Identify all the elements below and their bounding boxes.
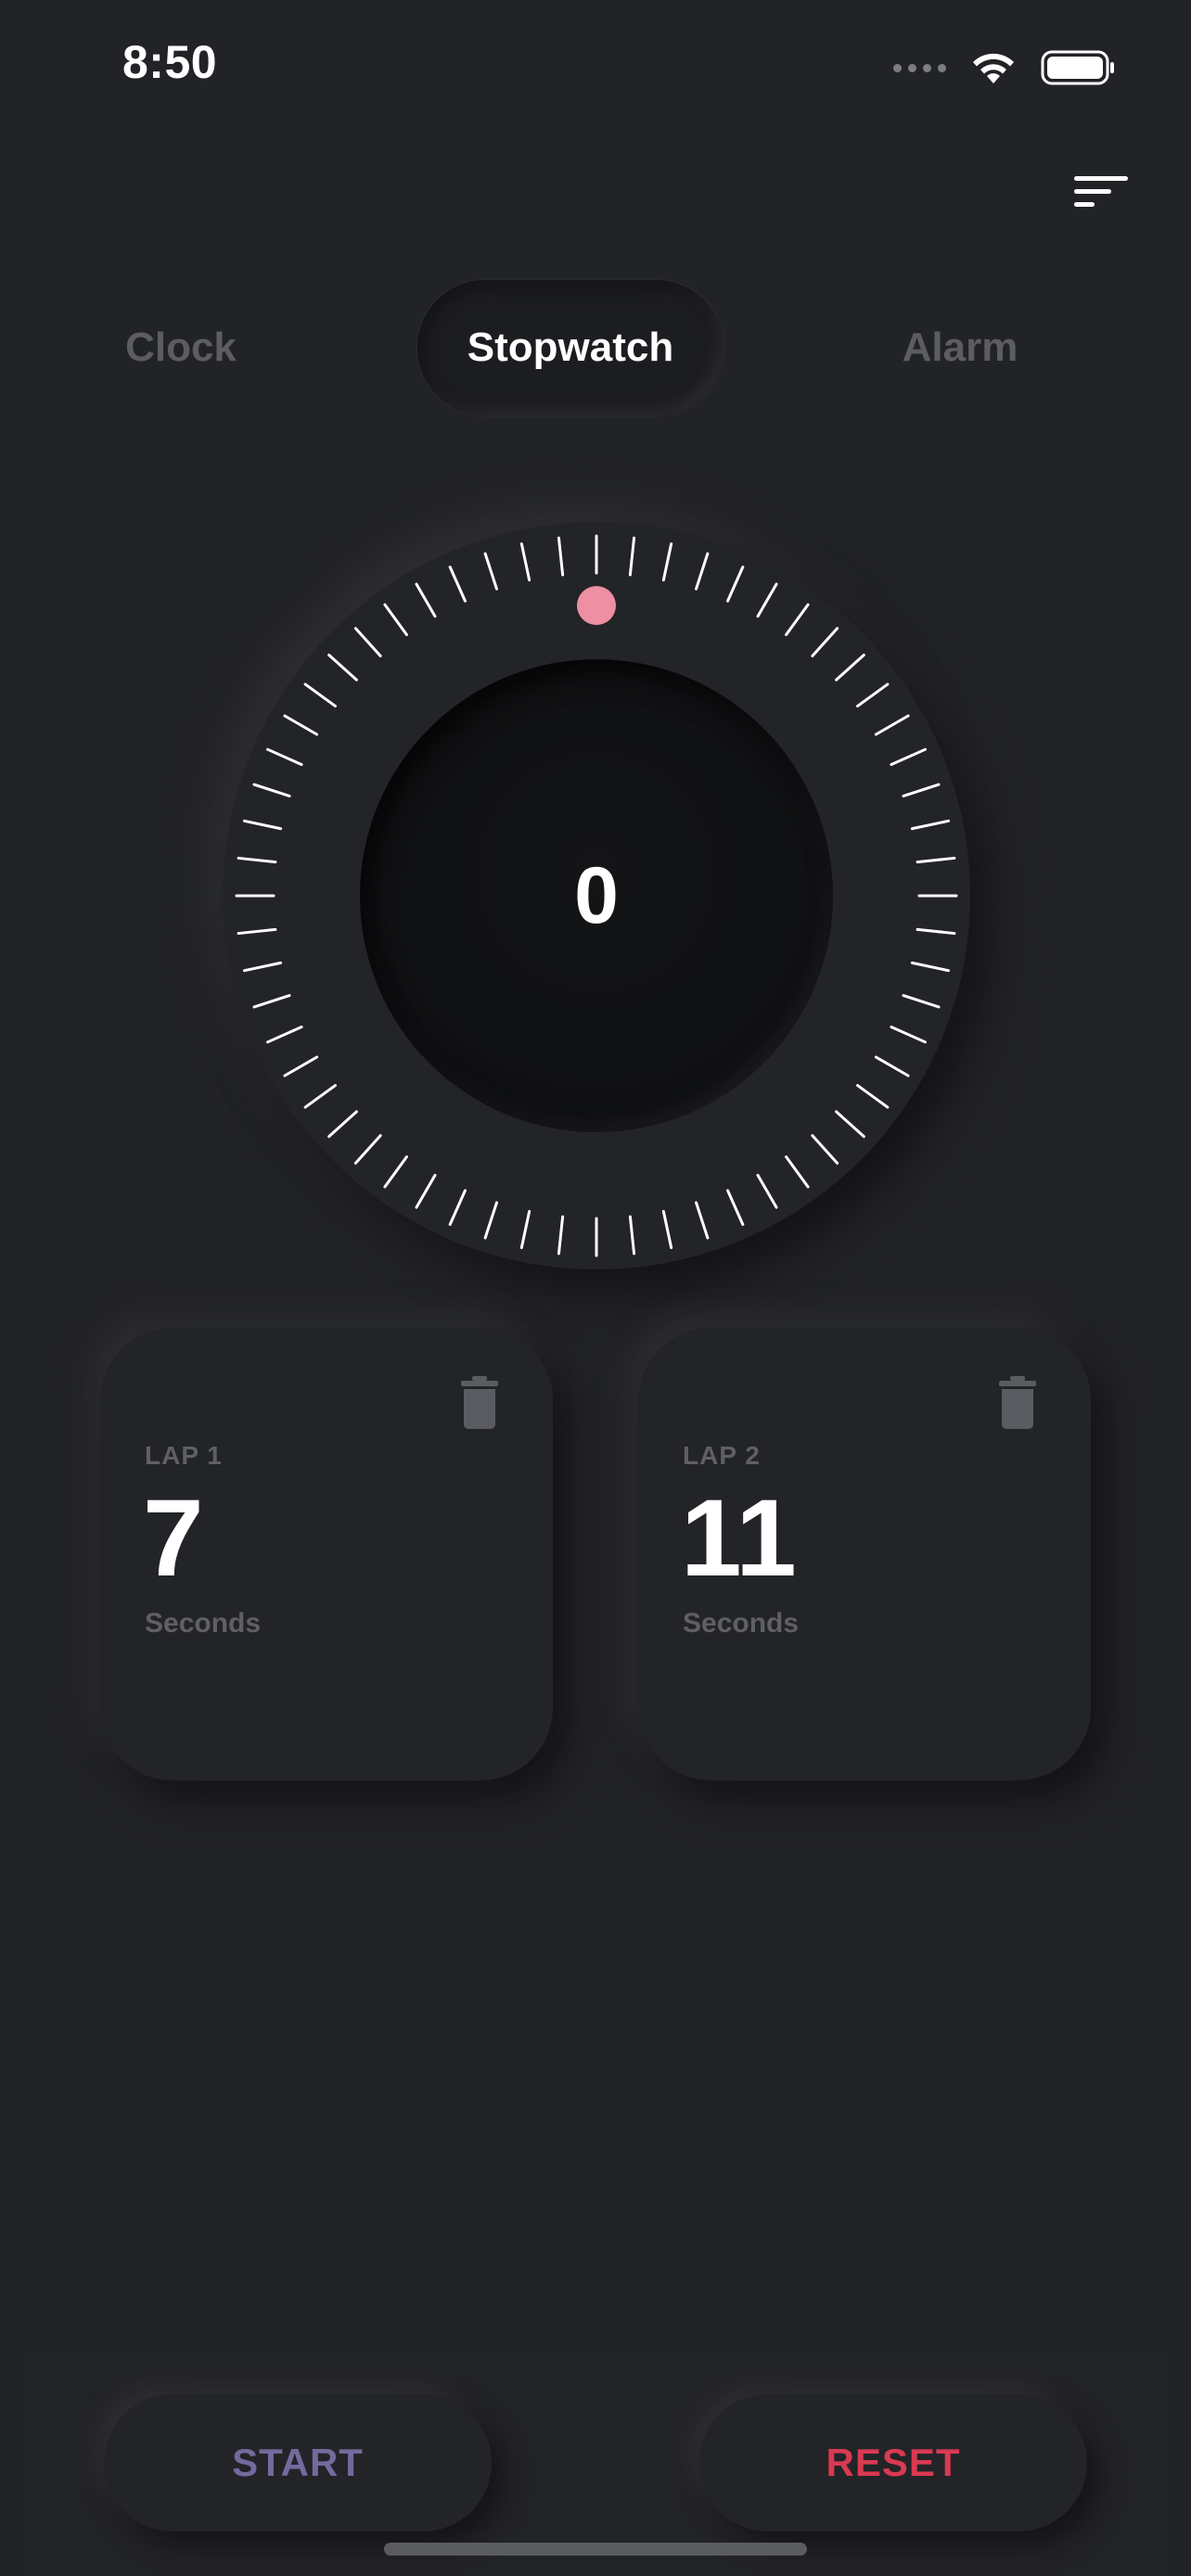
dial-tick	[353, 1134, 382, 1165]
lap-value: 7	[143, 1477, 204, 1600]
dial-tick	[327, 1110, 358, 1139]
dial-tick	[874, 714, 910, 736]
dial-tick	[726, 566, 745, 603]
battery-icon	[1041, 50, 1114, 85]
reset-button[interactable]: RESET	[699, 2394, 1087, 2531]
home-indicator	[384, 2543, 807, 2556]
signal-dots-icon	[893, 63, 946, 72]
dial-face: 0	[360, 659, 833, 1132]
dial-tick	[383, 603, 408, 636]
stopwatch-value: 0	[574, 850, 619, 940]
start-button[interactable]: START	[104, 2394, 492, 2531]
dial-tick	[483, 1201, 498, 1240]
dial-tick	[695, 552, 710, 591]
dial-tick	[415, 1173, 437, 1209]
status-bar-time: 8:50	[122, 36, 218, 88]
dial-tick	[327, 653, 358, 682]
dial-tick	[237, 927, 277, 936]
dial-tick	[835, 1110, 865, 1139]
sort-lines-icon[interactable]	[1074, 172, 1128, 210]
dial-tick	[519, 542, 531, 582]
tab-clock[interactable]: Clock	[83, 278, 278, 417]
dial-tick	[910, 819, 951, 831]
dial-tick	[242, 961, 283, 973]
tab-alarm[interactable]: Alarm	[863, 278, 1057, 417]
dial-tick	[252, 783, 291, 797]
dial-tick	[902, 994, 941, 1009]
tab-stopwatch[interactable]: Stopwatch	[417, 280, 724, 415]
dial-tick	[237, 856, 277, 864]
dial-tick	[303, 1084, 337, 1109]
dial-tick	[726, 1189, 745, 1226]
dial-tick	[353, 627, 382, 657]
dial-tick	[661, 1209, 673, 1250]
dial-tick	[383, 1155, 408, 1189]
dial-tick	[695, 1201, 710, 1240]
dial-tick	[916, 927, 956, 936]
dial-tick	[415, 582, 437, 618]
lap-label: LAP 1	[145, 1441, 223, 1470]
lap-label: LAP 2	[683, 1441, 761, 1470]
dial-tick	[856, 682, 890, 708]
dial-tick	[448, 566, 467, 603]
dial-tick	[628, 1215, 636, 1256]
dial-tick	[266, 747, 303, 766]
dial-tick	[483, 552, 498, 591]
progress-indicator-dot	[577, 586, 616, 625]
dial-tick	[811, 1134, 839, 1165]
trash-icon[interactable]	[998, 1376, 1037, 1430]
dial-tick	[557, 536, 565, 577]
dial-tick	[266, 1026, 303, 1044]
dial-tick	[628, 536, 636, 577]
status-bar-icons	[893, 45, 1115, 91]
stopwatch-dial: 0	[223, 522, 970, 1269]
dial-tick	[661, 542, 673, 582]
lap-value: 11	[681, 1477, 797, 1600]
trash-icon[interactable]	[460, 1376, 499, 1430]
dial-tick	[890, 1026, 927, 1044]
dial-tick	[785, 603, 810, 636]
dial-tick	[910, 961, 951, 973]
wifi-icon	[973, 53, 1014, 83]
dial-tick	[756, 1173, 778, 1209]
dial-tick	[448, 1189, 467, 1226]
dial-tick	[874, 1055, 910, 1078]
dial-tick	[835, 653, 865, 682]
dial-tick	[303, 682, 337, 708]
dial-tick	[785, 1155, 810, 1189]
dial-tick	[557, 1215, 565, 1256]
lap-card: LAP 2 11 Seconds	[638, 1328, 1091, 1780]
dial-tick	[519, 1209, 531, 1250]
dial-tick	[283, 714, 319, 736]
dial-tick	[283, 1055, 319, 1078]
dial-tick	[756, 582, 778, 618]
lap-card: LAP 1 7 Seconds	[100, 1328, 553, 1780]
dial-tick	[856, 1084, 890, 1109]
dial-tick	[890, 747, 927, 766]
dial-tick	[811, 627, 839, 657]
dial-tick	[902, 783, 941, 797]
lap-unit: Seconds	[145, 1608, 262, 1639]
dial-tick	[242, 819, 283, 831]
dial-tick	[252, 994, 291, 1009]
dial-tick	[916, 856, 956, 864]
lap-unit: Seconds	[683, 1608, 800, 1639]
